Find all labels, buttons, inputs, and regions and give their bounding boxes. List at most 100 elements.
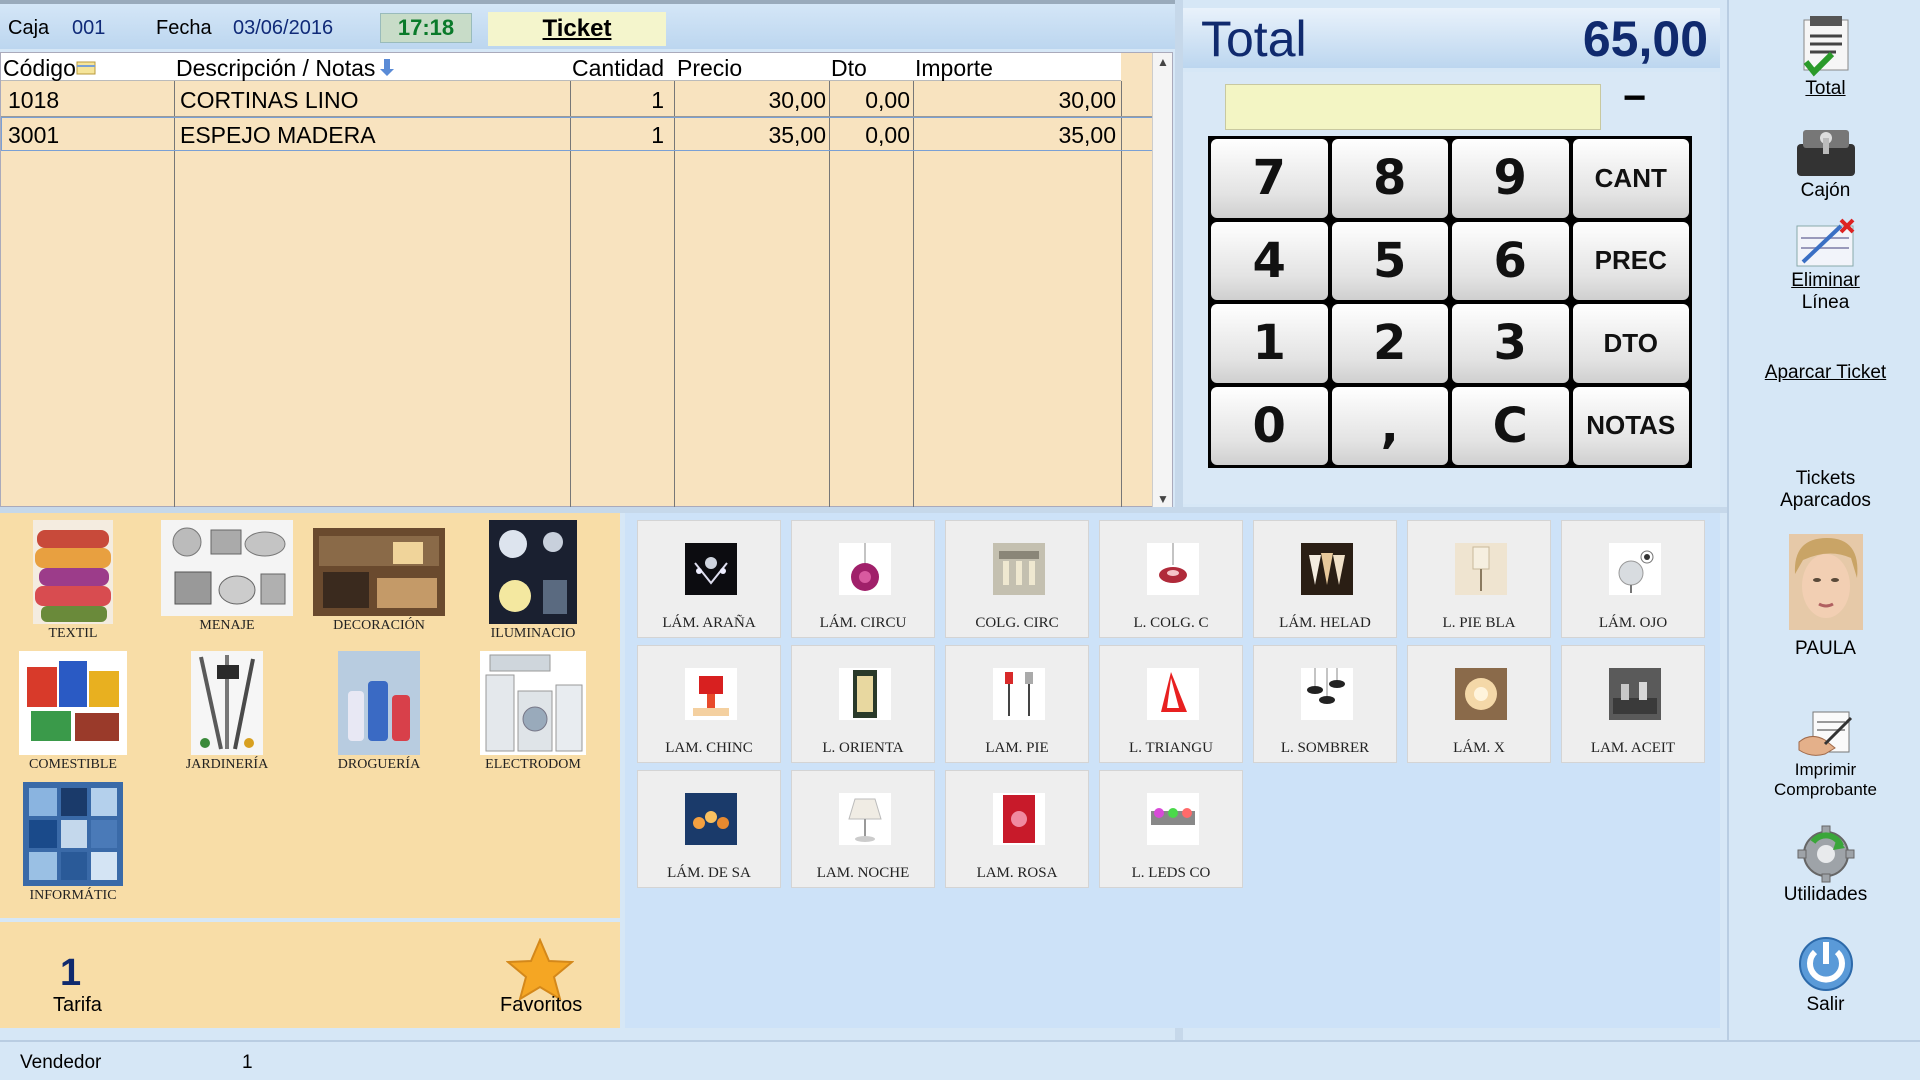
- key-6[interactable]: 6: [1452, 221, 1569, 300]
- col-cantidad[interactable]: Cantidad: [572, 55, 664, 82]
- user-button[interactable]: PAULA: [1729, 534, 1920, 660]
- col-importe[interactable]: Importe: [915, 55, 993, 82]
- key-2[interactable]: 2: [1331, 304, 1448, 383]
- product-lam-rosa[interactable]: LAM. ROSA: [945, 770, 1089, 888]
- product-l-sombrer[interactable]: L. SOMBRER: [1253, 645, 1397, 763]
- key-8[interactable]: 8: [1331, 139, 1448, 218]
- key-clear[interactable]: C: [1452, 386, 1569, 465]
- category-label: ELECTRODOM: [485, 757, 581, 772]
- clock: 17:18: [380, 13, 472, 43]
- table-row[interactable]: 1018 CORTINAS LINO 1 30,00 0,00 30,00: [1, 83, 1154, 117]
- key-7[interactable]: 7: [1211, 139, 1328, 218]
- key-5[interactable]: 5: [1331, 221, 1448, 300]
- print-receipt-button[interactable]: Imprimir Comprobante: [1729, 708, 1920, 800]
- triangle-lamp-thumbnail: [1147, 668, 1199, 720]
- utilities-button[interactable]: Utilidades: [1729, 820, 1920, 906]
- key-3[interactable]: 3: [1452, 304, 1569, 383]
- action-sidebar: Total Cajón Eliminar Línea Aparcar Ticke…: [1727, 0, 1920, 1040]
- parked-tickets-label: Tickets: [1795, 468, 1856, 489]
- vertical-scrollbar[interactable]: ▲ ▼: [1152, 53, 1172, 508]
- sort-down-icon[interactable]: [378, 57, 396, 77]
- total-label: Total: [1201, 11, 1307, 67]
- product-lam-arana[interactable]: LÁM. ARAÑA: [637, 520, 781, 638]
- product-lam-helad[interactable]: LÁM. HELAD: [1253, 520, 1397, 638]
- category-label: ILUMINACIO: [490, 626, 576, 641]
- product-lam-x[interactable]: LÁM. X: [1407, 645, 1551, 763]
- product-lam-pie[interactable]: LAM. PIE: [945, 645, 1089, 763]
- category-decoracion[interactable]: DECORACIÓN: [304, 520, 454, 634]
- electrodomesticos-thumbnail: [480, 651, 586, 755]
- product-l-leds-co[interactable]: L. LEDS CO: [1099, 770, 1243, 888]
- grid-header: Código Descripción / Notas Cantidad Prec…: [1, 53, 1121, 81]
- table-row[interactable]: 3001 ESPEJO MADERA 1 35,00 0,00 35,00: [1, 117, 1154, 151]
- product-l-pie-bla[interactable]: L. PIE BLA: [1407, 520, 1551, 638]
- product-label: L. LEDS CO: [1131, 865, 1211, 881]
- night-lamp-thumbnail: [839, 793, 891, 845]
- chandelier-thumbnail: [685, 543, 737, 595]
- park-ticket-button[interactable]: Aparcar Ticket: [1729, 362, 1920, 384]
- category-textil[interactable]: TEXTIL: [0, 520, 148, 642]
- product-lam-de-sa[interactable]: LÁM. DE SA: [637, 770, 781, 888]
- print-label-2: Comprobante: [1773, 780, 1877, 799]
- tarifa-favoritos-panel: 1 Tarifa Favoritos: [0, 922, 620, 1028]
- scroll-up-icon[interactable]: ▲: [1157, 55, 1169, 69]
- product-label: LÁM. HELAD: [1279, 615, 1371, 631]
- key-0[interactable]: 0: [1211, 386, 1328, 465]
- product-lam-circu[interactable]: LÁM. CIRCU: [791, 520, 935, 638]
- key-prec[interactable]: PREC: [1572, 221, 1689, 300]
- cell-precio: 30,00: [768, 87, 826, 113]
- cajon-button[interactable]: Cajón: [1729, 118, 1920, 202]
- category-label: TEXTIL: [48, 626, 98, 641]
- amount-input[interactable]: [1225, 84, 1601, 130]
- category-informatica[interactable]: INFORMÁTIC: [0, 782, 148, 904]
- cone-lamps-thumbnail: [1301, 543, 1353, 595]
- product-colg-circ[interactable]: COLG. CIRC: [945, 520, 1089, 638]
- floor-lamp-thumbnail: [1455, 543, 1507, 595]
- col-dto[interactable]: Dto: [831, 55, 867, 82]
- category-panel: TEXTIL MENAJE DECORACIÓN ILUMINACIO COME…: [0, 513, 620, 918]
- parked-tickets-label-2: Aparcados: [1780, 490, 1871, 511]
- category-comestible[interactable]: COMESTIBLE: [0, 651, 148, 773]
- category-drogueria[interactable]: DROGUERÍA: [304, 651, 454, 773]
- product-label: LÁM. CIRCU: [819, 615, 907, 631]
- product-lam-chinc[interactable]: LAM. CHINC: [637, 645, 781, 763]
- minus-button[interactable]: −: [1623, 76, 1646, 121]
- category-jardineria[interactable]: JARDINERÍA: [152, 651, 302, 773]
- product-l-triangu[interactable]: L. TRIANGU: [1099, 645, 1243, 763]
- category-label: JARDINERÍA: [185, 757, 269, 772]
- keypad: 7 8 9 CANT 4 5 6 PREC 1 2 3 DTO 0 , C NO…: [1208, 136, 1692, 468]
- product-lam-aceit[interactable]: LAM. ACEIT: [1561, 645, 1705, 763]
- key-notas[interactable]: NOTAS: [1572, 386, 1689, 465]
- product-lam-noche[interactable]: LAM. NOCHE: [791, 770, 935, 888]
- product-l-orienta[interactable]: L. ORIENTA: [791, 645, 935, 763]
- iluminacion-thumbnail: [489, 520, 577, 624]
- exit-button[interactable]: Salir: [1729, 930, 1920, 1016]
- product-l-colg-c[interactable]: L. COLG. C: [1099, 520, 1243, 638]
- col-descripcion[interactable]: Descripción / Notas: [176, 55, 375, 82]
- product-label: LÁM. DE SA: [667, 865, 751, 881]
- category-menaje[interactable]: MENAJE: [152, 520, 302, 634]
- key-comma[interactable]: ,: [1331, 386, 1448, 465]
- category-iluminacion[interactable]: ILUMINACIO: [458, 520, 608, 642]
- total-button[interactable]: Total: [1729, 14, 1920, 100]
- key-4[interactable]: 4: [1211, 221, 1328, 300]
- category-label: INFORMÁTIC: [29, 888, 117, 903]
- delete-line-button[interactable]: Eliminar Línea: [1729, 218, 1920, 314]
- key-dto[interactable]: DTO: [1572, 304, 1689, 383]
- category-label: DECORACIÓN: [333, 618, 425, 633]
- key-1[interactable]: 1: [1211, 304, 1328, 383]
- category-label: DROGUERÍA: [337, 757, 421, 772]
- category-electrodomesticos[interactable]: ELECTRODOM: [458, 651, 608, 773]
- parked-tickets-button[interactable]: Tickets Aparcados: [1729, 468, 1920, 512]
- rose-lamp-thumbnail: [993, 793, 1045, 845]
- col-precio[interactable]: Precio: [677, 55, 742, 82]
- tab-ticket[interactable]: Ticket: [488, 12, 666, 46]
- col-codigo[interactable]: Código: [3, 55, 76, 82]
- product-lam-ojo[interactable]: LÁM. OJO: [1561, 520, 1705, 638]
- product-label: L. SOMBRER: [1280, 740, 1370, 756]
- ceiling-lamp-thumbnail: [993, 543, 1045, 595]
- key-cant[interactable]: CANT: [1572, 139, 1689, 218]
- key-9[interactable]: 9: [1452, 139, 1569, 218]
- scroll-down-icon[interactable]: ▼: [1157, 492, 1169, 506]
- total-button-label: Total: [1805, 78, 1846, 99]
